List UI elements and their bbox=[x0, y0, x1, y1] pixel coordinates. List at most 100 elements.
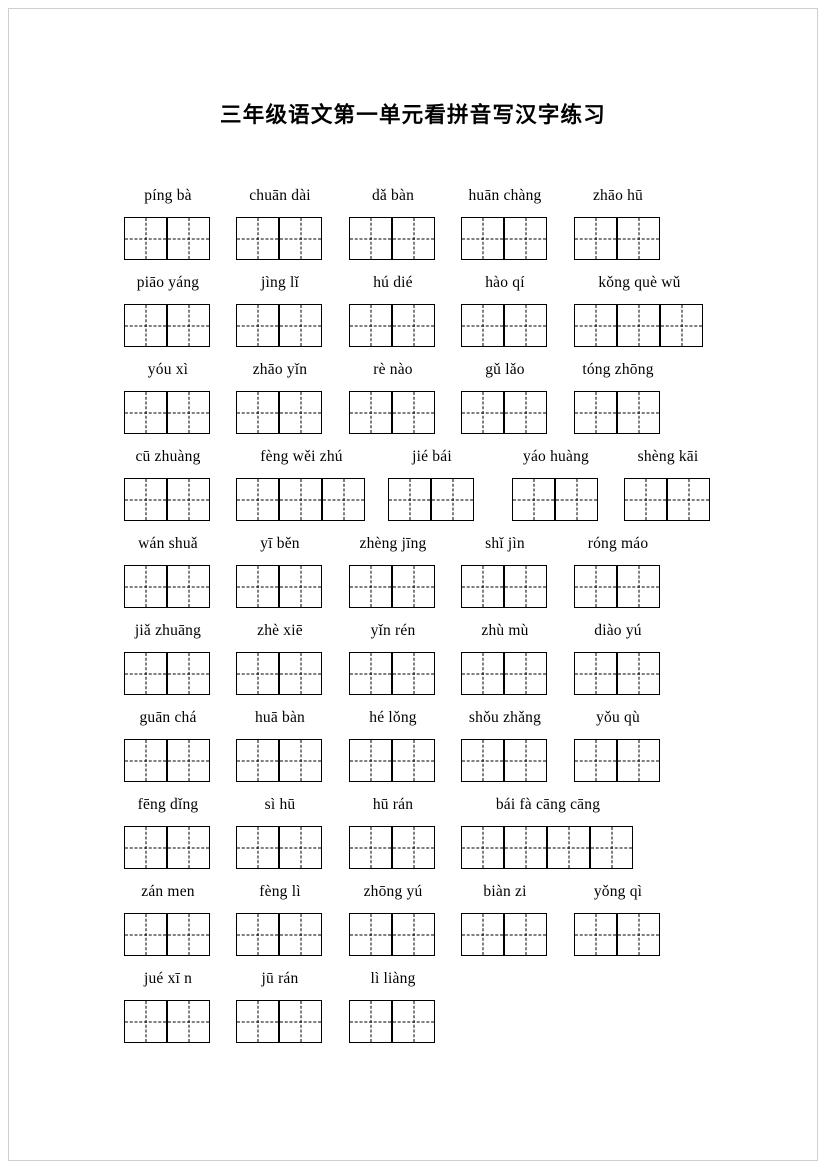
writing-cell[interactable] bbox=[124, 217, 167, 260]
writing-cell[interactable] bbox=[279, 565, 322, 608]
writing-cell[interactable] bbox=[236, 478, 279, 521]
writing-cell[interactable] bbox=[349, 652, 392, 695]
writing-grid[interactable] bbox=[349, 652, 437, 695]
writing-cell[interactable] bbox=[392, 913, 435, 956]
writing-cell[interactable] bbox=[392, 217, 435, 260]
writing-cell[interactable] bbox=[279, 739, 322, 782]
writing-grid[interactable] bbox=[349, 913, 437, 956]
writing-cell[interactable] bbox=[279, 391, 322, 434]
writing-cell[interactable] bbox=[236, 913, 279, 956]
writing-cell[interactable] bbox=[124, 565, 167, 608]
writing-cell[interactable] bbox=[392, 826, 435, 869]
writing-grid[interactable] bbox=[624, 478, 712, 521]
writing-cell[interactable] bbox=[124, 739, 167, 782]
writing-cell[interactable] bbox=[461, 217, 504, 260]
writing-cell[interactable] bbox=[555, 478, 598, 521]
writing-cell[interactable] bbox=[617, 652, 660, 695]
writing-cell[interactable] bbox=[279, 1000, 322, 1043]
writing-grid[interactable] bbox=[236, 1000, 324, 1043]
writing-grid[interactable] bbox=[124, 565, 212, 608]
writing-grid[interactable] bbox=[574, 304, 705, 347]
writing-cell[interactable] bbox=[279, 217, 322, 260]
writing-cell[interactable] bbox=[617, 913, 660, 956]
writing-cell[interactable] bbox=[392, 1000, 435, 1043]
writing-cell[interactable] bbox=[461, 565, 504, 608]
writing-grid[interactable] bbox=[349, 1000, 437, 1043]
writing-cell[interactable] bbox=[388, 478, 431, 521]
writing-cell[interactable] bbox=[392, 739, 435, 782]
writing-grid[interactable] bbox=[349, 826, 437, 869]
writing-grid[interactable] bbox=[236, 217, 324, 260]
writing-grid[interactable] bbox=[236, 391, 324, 434]
writing-cell[interactable] bbox=[124, 478, 167, 521]
writing-grid[interactable] bbox=[349, 565, 437, 608]
writing-cell[interactable] bbox=[617, 565, 660, 608]
writing-cell[interactable] bbox=[236, 739, 279, 782]
writing-cell[interactable] bbox=[617, 391, 660, 434]
writing-grid[interactable] bbox=[574, 217, 662, 260]
writing-cell[interactable] bbox=[504, 304, 547, 347]
writing-grid[interactable] bbox=[124, 652, 212, 695]
writing-cell[interactable] bbox=[236, 826, 279, 869]
writing-cell[interactable] bbox=[167, 391, 210, 434]
writing-cell[interactable] bbox=[504, 217, 547, 260]
writing-cell[interactable] bbox=[617, 739, 660, 782]
writing-cell[interactable] bbox=[124, 1000, 167, 1043]
writing-cell[interactable] bbox=[349, 304, 392, 347]
writing-grid[interactable] bbox=[236, 739, 324, 782]
writing-cell[interactable] bbox=[236, 565, 279, 608]
writing-cell[interactable] bbox=[349, 565, 392, 608]
writing-cell[interactable] bbox=[590, 826, 633, 869]
writing-grid[interactable] bbox=[574, 565, 662, 608]
writing-cell[interactable] bbox=[167, 913, 210, 956]
writing-cell[interactable] bbox=[617, 217, 660, 260]
writing-cell[interactable] bbox=[512, 478, 555, 521]
writing-grid[interactable] bbox=[124, 1000, 212, 1043]
writing-cell[interactable] bbox=[279, 913, 322, 956]
writing-cell[interactable] bbox=[167, 478, 210, 521]
writing-grid[interactable] bbox=[124, 478, 212, 521]
writing-grid[interactable] bbox=[349, 391, 437, 434]
writing-cell[interactable] bbox=[667, 478, 710, 521]
writing-cell[interactable] bbox=[236, 391, 279, 434]
writing-grid[interactable] bbox=[236, 304, 324, 347]
writing-grid[interactable] bbox=[461, 565, 549, 608]
writing-cell[interactable] bbox=[660, 304, 703, 347]
writing-cell[interactable] bbox=[392, 652, 435, 695]
writing-cell[interactable] bbox=[349, 826, 392, 869]
writing-grid[interactable] bbox=[236, 565, 324, 608]
writing-cell[interactable] bbox=[392, 391, 435, 434]
writing-cell[interactable] bbox=[236, 1000, 279, 1043]
writing-cell[interactable] bbox=[236, 304, 279, 347]
writing-cell[interactable] bbox=[461, 652, 504, 695]
writing-cell[interactable] bbox=[167, 826, 210, 869]
writing-grid[interactable] bbox=[236, 826, 324, 869]
writing-cell[interactable] bbox=[624, 478, 667, 521]
writing-cell[interactable] bbox=[167, 739, 210, 782]
writing-grid[interactable] bbox=[574, 913, 662, 956]
writing-cell[interactable] bbox=[236, 652, 279, 695]
writing-grid[interactable] bbox=[124, 913, 212, 956]
writing-cell[interactable] bbox=[504, 652, 547, 695]
writing-cell[interactable] bbox=[617, 304, 660, 347]
writing-cell[interactable] bbox=[124, 304, 167, 347]
writing-cell[interactable] bbox=[504, 739, 547, 782]
writing-cell[interactable] bbox=[392, 304, 435, 347]
writing-cell[interactable] bbox=[322, 478, 365, 521]
writing-grid[interactable] bbox=[461, 739, 549, 782]
writing-cell[interactable] bbox=[504, 913, 547, 956]
writing-cell[interactable] bbox=[236, 217, 279, 260]
writing-cell[interactable] bbox=[392, 565, 435, 608]
writing-cell[interactable] bbox=[461, 826, 504, 869]
writing-grid[interactable] bbox=[124, 739, 212, 782]
writing-grid[interactable] bbox=[124, 391, 212, 434]
writing-cell[interactable] bbox=[547, 826, 590, 869]
writing-grid[interactable] bbox=[461, 652, 549, 695]
writing-grid[interactable] bbox=[124, 304, 212, 347]
writing-cell[interactable] bbox=[461, 913, 504, 956]
writing-cell[interactable] bbox=[124, 826, 167, 869]
writing-cell[interactable] bbox=[279, 478, 322, 521]
writing-cell[interactable] bbox=[574, 391, 617, 434]
writing-cell[interactable] bbox=[574, 565, 617, 608]
writing-cell[interactable] bbox=[461, 304, 504, 347]
